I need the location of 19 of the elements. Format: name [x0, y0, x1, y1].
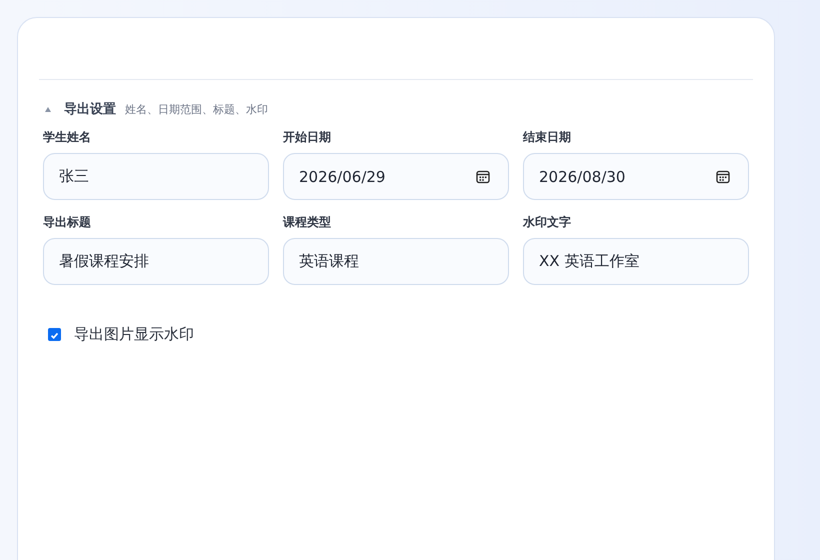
- field-label: 课程类型: [283, 214, 331, 231]
- input-field[interactable]: 英语课程: [283, 238, 509, 285]
- checkbox[interactable]: [48, 328, 61, 341]
- checkbox-label: 导出图片显示水印: [74, 325, 194, 344]
- section-subtitle: 姓名、日期范围、标题、水印: [125, 102, 268, 116]
- calendar-icon[interactable]: [476, 170, 490, 184]
- field-label: 导出标题: [43, 214, 91, 231]
- date-field[interactable]: 2026/06/29: [283, 153, 509, 200]
- input-field[interactable]: XX 英语工作室: [523, 238, 749, 285]
- field-label: 水印文字: [523, 214, 571, 231]
- input-field[interactable]: 暑假课程安排: [43, 238, 269, 285]
- field-label: 学生姓名: [43, 129, 91, 146]
- field-label: 开始日期: [283, 129, 331, 146]
- section-title: 导出设置: [64, 101, 116, 118]
- date-field[interactable]: 2026/08/30: [523, 153, 749, 200]
- calendar-icon[interactable]: [716, 170, 730, 184]
- field-label: 结束日期: [523, 129, 571, 146]
- collapse-icon[interactable]: [45, 106, 51, 112]
- input-field[interactable]: 张三: [43, 153, 269, 200]
